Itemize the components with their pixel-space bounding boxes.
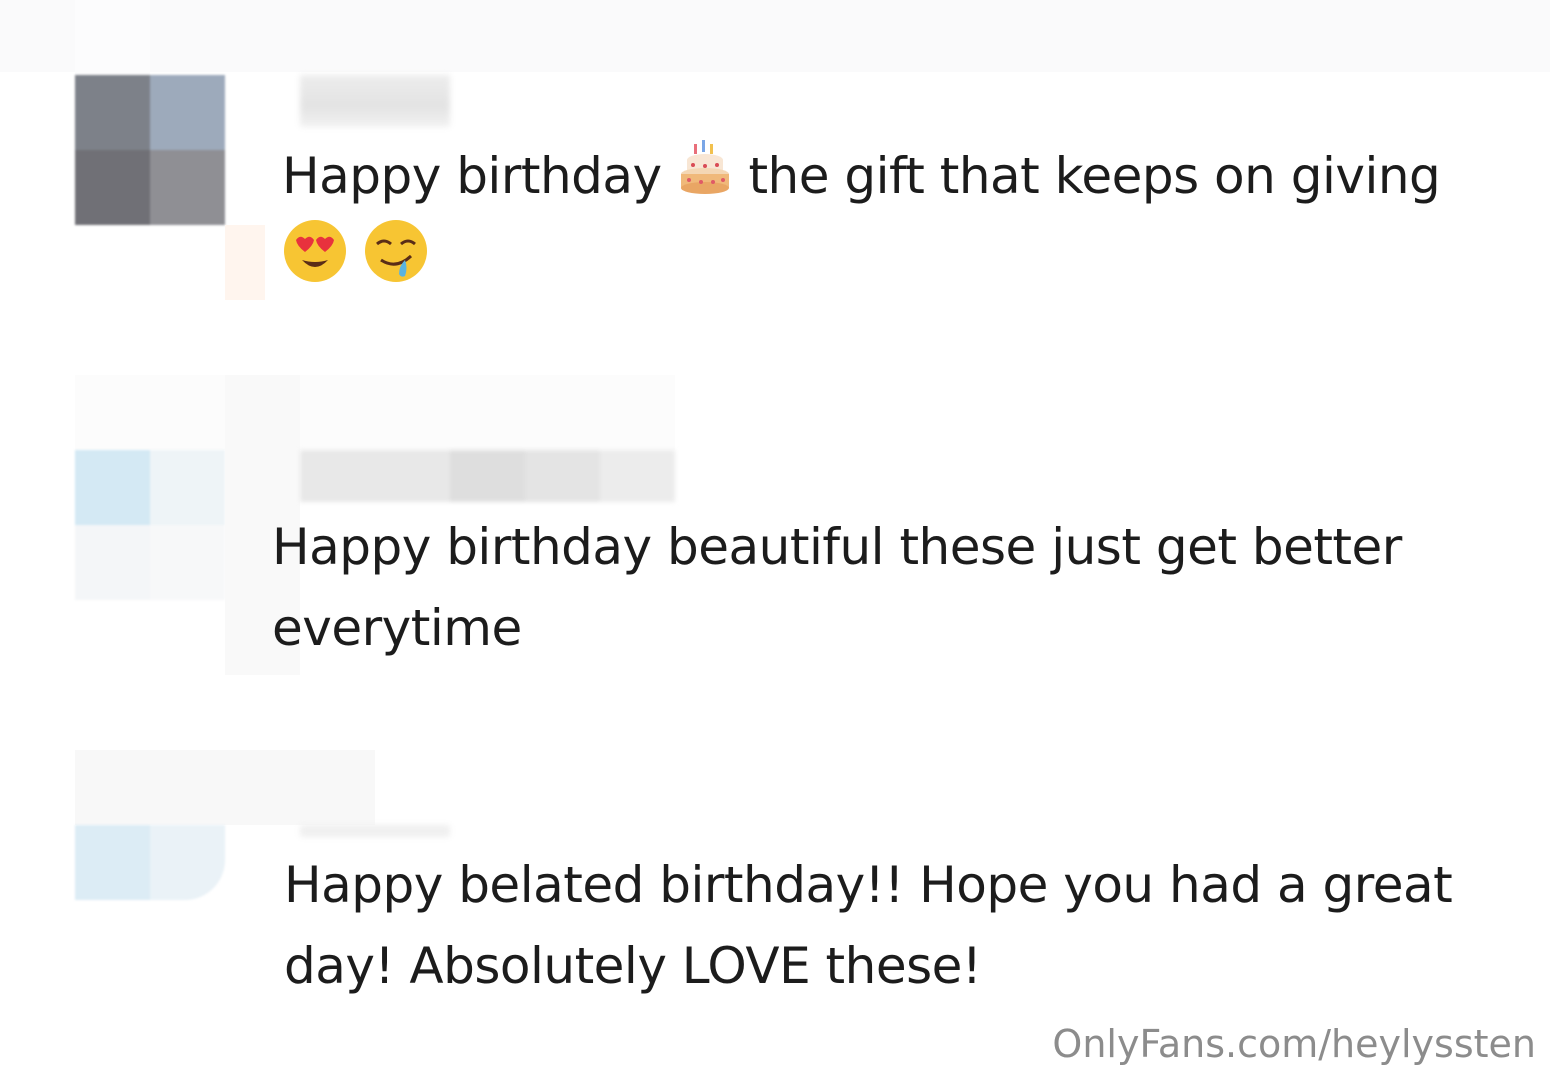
comment-text-part: the gift that keeps on giving	[733, 147, 1441, 205]
blurred-header	[75, 750, 375, 825]
avatar[interactable]	[75, 450, 225, 600]
heart-eyes-face-icon	[282, 218, 348, 307]
username-blurred[interactable]	[300, 825, 450, 837]
avatar[interactable]	[75, 825, 225, 900]
birthday-cake-icon	[677, 138, 733, 221]
drooling-face-icon	[363, 218, 429, 307]
comment-emoji-line	[282, 218, 429, 307]
avatar[interactable]	[75, 75, 225, 225]
comment-text-part: Happy birthday	[282, 147, 678, 205]
username-blurred[interactable]	[300, 450, 675, 502]
watermark-text: OnlyFans.com/heylyssten	[1052, 1022, 1536, 1066]
comment-text-line2: everytime	[272, 599, 522, 657]
comment-text-line1: Happy belated birthday!! Hope you had a …	[284, 856, 1453, 914]
comment-text-line1: Happy birthday the gift that keeps on gi…	[282, 136, 1441, 221]
top-blur-block	[75, 0, 150, 75]
top-bar	[0, 0, 1550, 72]
username-blurred[interactable]	[300, 75, 450, 127]
blurred-header	[75, 375, 675, 450]
comment-text-line2: day! Absolutely LOVE these!	[284, 937, 982, 995]
avatar-edge-blur	[225, 225, 265, 300]
comment-text-line1: Happy birthday beautiful these just get …	[272, 518, 1402, 576]
